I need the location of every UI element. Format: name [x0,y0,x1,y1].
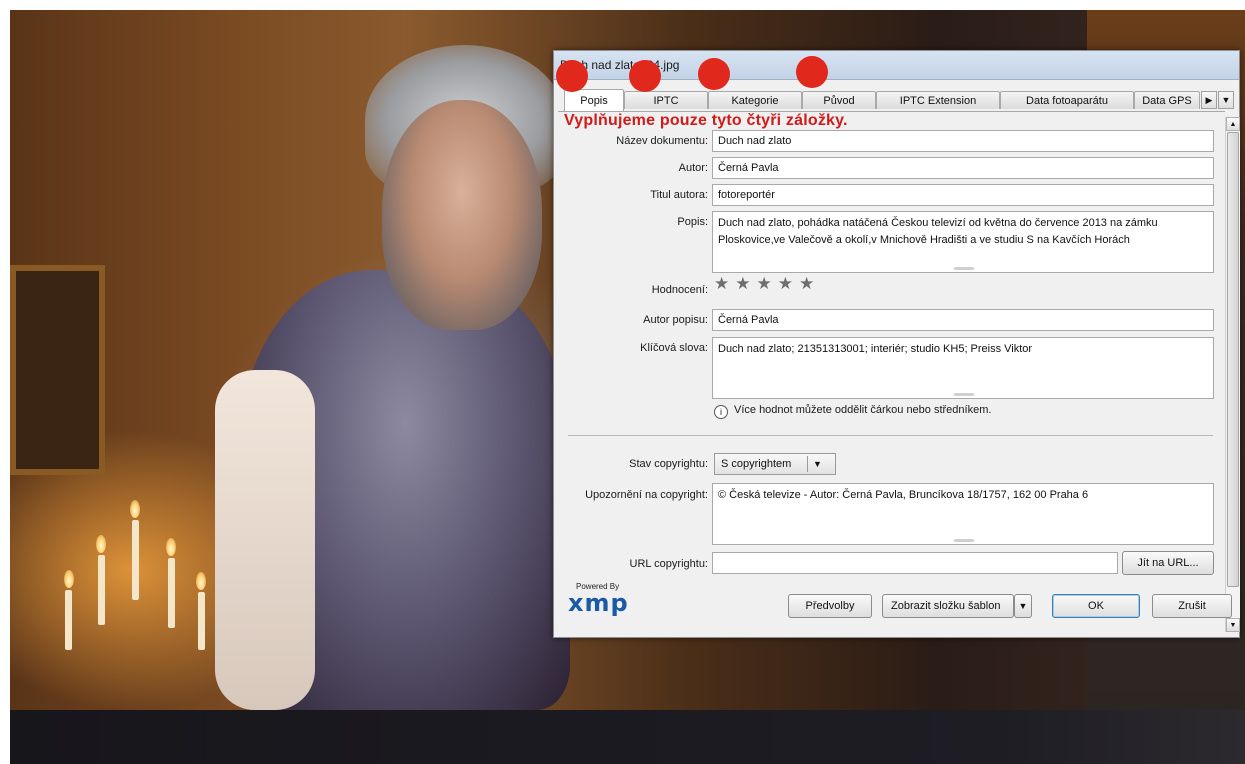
document-title-field[interactable]: Duch nad zlato [712,130,1214,152]
ok-button[interactable]: OK [1052,594,1140,618]
xmp-logo-text: xmp [568,589,629,617]
copyright-notice-label: Upozornění na copyright: [585,489,708,501]
keywords-label: Klíčová slova: [640,342,708,354]
resize-grip-icon[interactable] [954,393,974,396]
author-title-label: Titul autora: [650,189,708,201]
description-field[interactable]: Duch nad zlato, pohádka natáčená Českou … [712,211,1214,273]
wall-painting [10,265,105,475]
document-title-label: Název dokumentu: [616,135,708,147]
scroll-up-icon[interactable]: ▲ [1226,117,1240,131]
section-divider [568,435,1213,436]
description-text: Duch nad zlato, pohádka natáčená Českou … [718,217,1158,246]
star-icon[interactable]: ★ [714,274,729,294]
bottom-dark-band [10,710,1245,764]
tab-iptc-extension[interactable]: IPTC Extension [876,91,1000,109]
chevron-down-icon: ▼ [1018,601,1028,611]
tab-popis[interactable]: Popis [564,89,624,111]
lace-cuff [215,370,315,710]
popis-panel: Vyplňujeme pouze tyto čtyři záložky. Náz… [558,111,1225,632]
keywords-text: Duch nad zlato; 21351313001; interiér; s… [718,343,1033,355]
tab-puvod[interactable]: Původ [802,91,876,109]
triangle-right-icon[interactable]: ▶ [1201,91,1217,109]
keywords-hint: i Více hodnot můžete oddělit čárkou nebo … [714,404,991,419]
copyright-status-select[interactable]: S copyrightem ▼ [714,453,836,475]
star-icon[interactable]: ★ [735,274,750,294]
copyright-notice-text: © Česká televize - Autor: Černá Pavla, B… [718,489,1089,501]
show-templates-button[interactable]: Zobrazit složku šablon [882,594,1014,618]
star-icon[interactable]: ★ [757,274,772,294]
show-templates-menu-button[interactable]: ▼ [1014,594,1032,618]
author-title-field[interactable]: fotoreportér [712,184,1214,206]
xmp-logo: Powered By xmp [568,582,629,615]
copyright-url-field[interactable] [712,552,1118,574]
star-icon[interactable]: ★ [778,274,793,294]
author-label: Autor: [678,162,708,174]
actor-face [382,100,542,330]
rating-stars[interactable]: ★ ★ ★ ★ ★ [714,274,820,294]
copyright-status-label: Stav copyrightu: [629,458,708,470]
rating-label: Hodnocení: [651,284,708,296]
scroll-thumb[interactable] [1227,132,1239,587]
description-label: Popis: [677,216,708,228]
resize-grip-icon[interactable] [954,267,974,270]
copyright-url-label: URL copyrightu: [629,558,708,570]
chevron-down-icon[interactable]: ▼ [1218,91,1234,109]
file-info-dialog: Duch nad zlato004.jpg Popis IPTC Kategor… [553,50,1240,638]
tab-kategorie[interactable]: Kategorie [708,91,802,109]
description-writer-field[interactable]: Černá Pavla [712,309,1214,331]
tab-highlight-marker [556,60,588,92]
vertical-scrollbar[interactable]: ▲ ▼ [1225,117,1240,632]
resize-grip-icon[interactable] [954,539,974,542]
cancel-button[interactable]: Zrušit [1152,594,1232,618]
tab-highlight-marker [698,58,730,90]
author-field[interactable]: Černá Pavla [712,157,1214,179]
tab-highlight-marker [629,60,661,92]
show-templates-label: Zobrazit složku šablon [891,600,1001,612]
hint-text: Více hodnot můžete oddělit čárkou nebo s… [734,404,992,416]
tab-iptc[interactable]: IPTC [624,91,708,109]
scroll-down-icon[interactable]: ▼ [1226,618,1240,632]
info-icon: i [714,405,728,419]
copyright-notice-field[interactable]: © Česká televize - Autor: Černá Pavla, B… [712,483,1214,545]
star-icon[interactable]: ★ [799,274,814,294]
tab-data-gps[interactable]: Data GPS [1134,91,1200,109]
chevron-down-icon[interactable]: ▼ [813,454,822,474]
keywords-field[interactable]: Duch nad zlato; 21351313001; interiér; s… [712,337,1214,399]
tab-highlight-marker [796,56,828,88]
tab-data-fotoaparatu[interactable]: Data fotoaparátu [1000,91,1134,109]
annotation-note: Vyplňujeme pouze tyto čtyři záložky. [564,112,848,129]
copyright-status-value: S copyrightem [721,458,792,470]
preferences-button[interactable]: Předvolby [788,594,872,618]
tab-strip: Popis IPTC Kategorie Původ IPTC Extensio… [558,89,1235,111]
description-writer-label: Autor popisu: [643,314,708,326]
go-to-url-button[interactable]: Jít na URL... [1122,551,1214,575]
